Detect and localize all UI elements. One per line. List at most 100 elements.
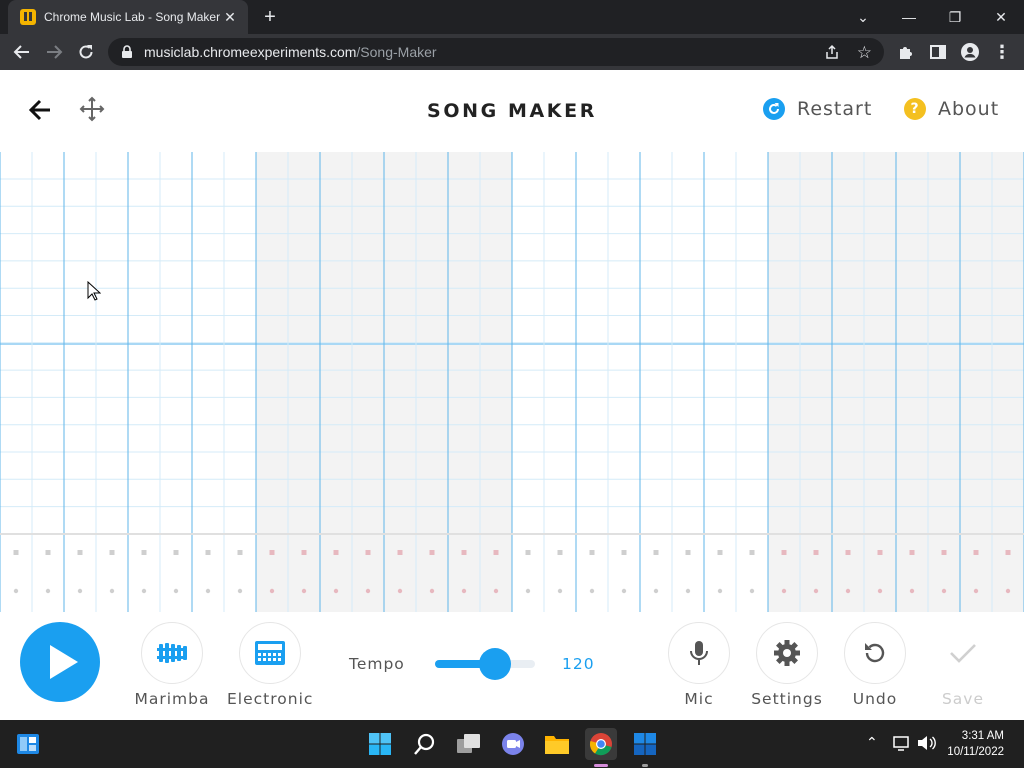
address-bar[interactable]: musiclab.chromeexperiments.com/Song-Make…	[108, 38, 884, 66]
browser-tab[interactable]: Chrome Music Lab - Song Maker ✕	[8, 0, 248, 34]
tempo-label: Tempo	[349, 655, 405, 673]
percussion-cell-dot	[45, 588, 51, 594]
marimba-icon	[141, 622, 203, 684]
undo-icon	[844, 622, 906, 684]
show-hidden-icons-icon[interactable]: ⌃	[866, 734, 878, 751]
percussion-cell-dot	[589, 550, 595, 555]
extensions-icon[interactable]	[894, 40, 918, 64]
search-icon[interactable]	[409, 728, 441, 760]
teams-chat-icon[interactable]	[497, 728, 529, 760]
percussion-cell-dot	[685, 550, 691, 555]
new-tab-icon[interactable]: +	[258, 5, 282, 29]
percussion-cell-dot	[557, 550, 563, 555]
url-host: musiclab.chromeexperiments.com	[144, 44, 357, 60]
percussion-cell-dot	[909, 550, 915, 555]
percussion-cell-dot	[301, 550, 307, 555]
back-icon[interactable]	[10, 40, 34, 64]
percussion-cell-dot	[333, 550, 339, 555]
percussion-cell-dot	[365, 588, 371, 594]
percussion-cell-dot	[173, 588, 179, 594]
tempo-slider-thumb[interactable]	[479, 648, 511, 680]
restart-label: Restart	[797, 98, 873, 120]
percussion-cell-dot	[269, 588, 275, 594]
app-header: SONG MAKER Restart ? About	[0, 70, 1024, 152]
profile-icon[interactable]	[958, 40, 982, 64]
marimba-button[interactable]: Marimba	[129, 622, 215, 708]
percussion-cell-dot	[781, 550, 787, 555]
percussion-cell-dot	[621, 550, 627, 555]
percussion-cell-dot	[397, 550, 403, 555]
browser-tab-strip: Chrome Music Lab - Song Maker ✕ + ⌄ — ❐ …	[0, 0, 1024, 34]
percussion-cell-dot	[13, 550, 19, 555]
percussion-cell-dot	[653, 550, 659, 555]
url-path: /Song-Maker	[356, 44, 437, 60]
clock[interactable]: 3:31 AM 10/11/2022	[947, 728, 1004, 760]
percussion-cell-dot	[141, 550, 147, 555]
percussion-cell-dot	[525, 550, 531, 555]
share-icon[interactable]	[824, 44, 840, 63]
browser-toolbar: musiclab.chromeexperiments.com/Song-Make…	[0, 34, 1024, 70]
percussion-cell-dot	[557, 588, 563, 594]
close-window-icon[interactable]: ✕	[978, 0, 1024, 34]
percussion-cell-dot	[141, 588, 147, 594]
restart-button[interactable]: Restart	[763, 98, 872, 120]
percussion-cell-dot	[781, 588, 787, 594]
percussion-cell-dot	[589, 588, 595, 594]
percussion-cell-dot	[45, 550, 51, 555]
widgets-icon[interactable]	[12, 728, 44, 760]
file-explorer-icon[interactable]	[541, 728, 573, 760]
percussion-cell-dot	[845, 550, 851, 555]
percussion-cell-dot	[205, 550, 211, 555]
browser-menu-icon[interactable]: ⋮	[990, 40, 1014, 64]
tab-search-icon[interactable]: ⌄	[840, 0, 886, 34]
about-button[interactable]: ? About	[904, 98, 999, 120]
side-panel-icon[interactable]	[926, 40, 950, 64]
song-grid[interactable]	[0, 152, 1024, 612]
mic-icon	[668, 622, 730, 684]
lock-icon	[122, 45, 132, 58]
save-label: Save	[941, 690, 985, 708]
undo-button[interactable]: Undo	[832, 622, 918, 708]
percussion-cell-dot	[717, 550, 723, 555]
minimize-icon[interactable]: —	[886, 0, 932, 34]
volume-icon[interactable]	[916, 734, 936, 757]
percussion-cell-dot	[461, 588, 467, 594]
save-button[interactable]: Save	[920, 622, 1006, 708]
tab-close-icon[interactable]: ✕	[222, 9, 238, 26]
percussion-cell-dot	[493, 550, 499, 555]
percussion-cell-dot	[877, 550, 883, 555]
checkmark-icon	[932, 622, 994, 684]
electronic-button[interactable]: Electronic	[227, 622, 313, 708]
tab-title: Chrome Music Lab - Song Maker	[44, 10, 221, 24]
percussion-cell-dot	[269, 550, 275, 555]
windows-start-icon[interactable]	[364, 728, 396, 760]
percussion-cell-dot	[653, 588, 659, 594]
settings-button[interactable]: Settings	[744, 622, 830, 708]
bookmark-star-icon[interactable]: ☆	[857, 43, 872, 63]
clock-time: 3:31 AM	[961, 730, 1004, 742]
control-bar: Marimba Electronic Tempo 120 Mic Setting…	[0, 612, 1024, 720]
task-view-icon[interactable]	[453, 728, 485, 760]
chrome-icon[interactable]	[585, 728, 617, 760]
forward-icon[interactable]	[42, 40, 66, 64]
reload-icon[interactable]	[74, 40, 98, 64]
percussion-cell-dot	[301, 588, 307, 594]
mic-button[interactable]: Mic	[656, 622, 742, 708]
percussion-cell-dot	[493, 588, 499, 594]
clock-date: 10/11/2022	[947, 746, 1004, 758]
network-icon[interactable]	[892, 734, 910, 757]
electronic-label: Electronic	[227, 690, 314, 708]
percussion-cell-dot	[749, 550, 755, 555]
percussion-cell-dot	[525, 588, 531, 594]
store-icon[interactable]	[629, 728, 661, 760]
mouse-cursor-icon	[87, 281, 101, 301]
play-button[interactable]	[20, 622, 100, 702]
percussion-cell-dot	[109, 550, 115, 555]
tempo-slider[interactable]	[435, 648, 535, 680]
percussion-cell-dot	[397, 588, 403, 594]
running-app-indicator	[642, 764, 648, 767]
percussion-cell-dot	[973, 550, 979, 555]
restore-icon[interactable]: ❐	[932, 0, 978, 34]
percussion-cell-dot	[461, 550, 467, 555]
percussion-cell-dot	[429, 588, 435, 594]
